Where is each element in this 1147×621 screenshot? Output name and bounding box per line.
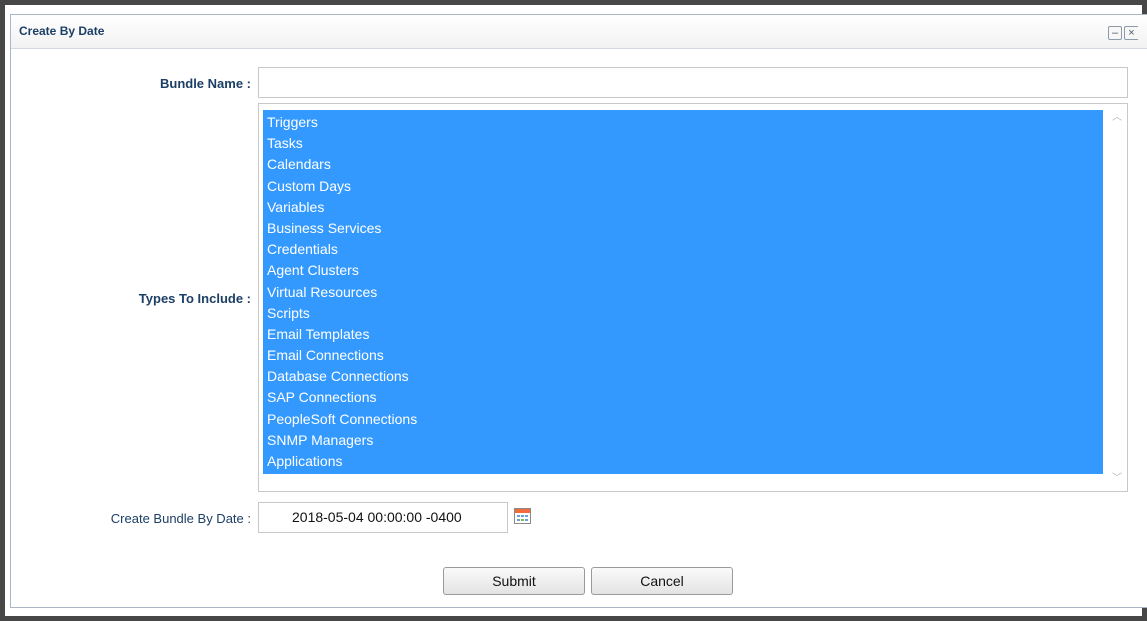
list-item[interactable]: Tasks [263, 133, 1103, 154]
create-bundle-by-date-input[interactable]: 2018-05-04 00:00:00 -0400 [258, 502, 508, 533]
submit-button[interactable]: Submit [443, 567, 585, 595]
list-item[interactable]: Email Connections [263, 345, 1103, 366]
list-item[interactable]: Applications [263, 451, 1103, 472]
list-item[interactable]: SAP Connections [263, 387, 1103, 408]
types-list: Triggers Tasks Calendars Custom Days Variabl… [263, 110, 1103, 475]
list-item[interactable]: Database Connections [263, 366, 1103, 387]
scroll-down-icon[interactable]: ﹀ [1111, 473, 1123, 485]
list-item[interactable]: SNMP Managers [263, 430, 1103, 451]
list-item[interactable]: Triggers [263, 112, 1103, 133]
bundle-name-input[interactable] [258, 67, 1128, 98]
list-item[interactable]: Custom Days [263, 176, 1103, 197]
bundle-name-label: Bundle Name : [159, 76, 251, 91]
list-item[interactable]: PeopleSoft Connections [263, 409, 1103, 430]
list-item[interactable]: Variables [263, 197, 1103, 218]
list-item[interactable]: Virtual Resources [263, 282, 1103, 303]
calendar-icon[interactable] [514, 508, 531, 524]
minimize-button[interactable]: – [1108, 26, 1122, 40]
types-to-include-listbox[interactable]: Triggers Tasks Calendars Custom Days Variabl… [258, 103, 1128, 492]
dialog-titlebar: Create By Date – × [11, 15, 1147, 49]
list-item[interactable]: Email Templates [263, 324, 1103, 345]
list-item[interactable]: Agent Clusters [263, 260, 1103, 281]
list-item[interactable]: Business Services [263, 218, 1103, 239]
close-button[interactable]: × [1124, 26, 1138, 40]
dialog-title: Create By Date [19, 24, 105, 38]
create-bundle-by-date-label: Create Bundle By Date : [110, 511, 251, 526]
scroll-up-icon[interactable]: ︿ [1111, 112, 1123, 124]
list-item[interactable]: Calendars [263, 154, 1103, 175]
list-item[interactable]: Credentials [263, 239, 1103, 260]
cancel-button[interactable]: Cancel [591, 567, 733, 595]
list-item[interactable]: Scripts [263, 303, 1103, 324]
types-to-include-label: Types To Include : [138, 291, 251, 306]
listbox-scrollbar[interactable]: ︿ ﹀ [1107, 104, 1127, 491]
